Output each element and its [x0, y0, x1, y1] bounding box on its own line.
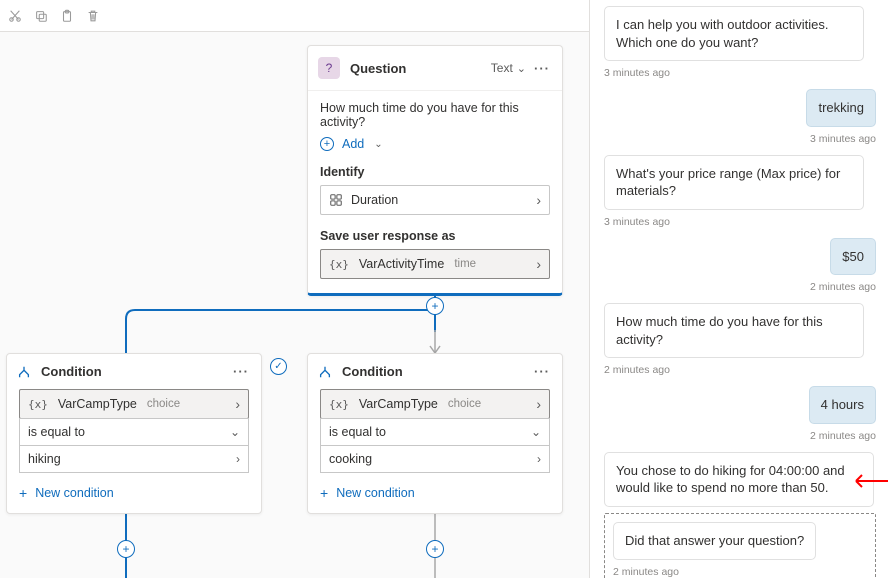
question-node[interactable]: ? Question Text ⌄ ··· How much time do y…: [307, 45, 563, 296]
condition-var-type: choice: [448, 398, 481, 410]
followup-message: Did that answer your question?: [613, 522, 816, 560]
chevron-right-icon: ›: [235, 396, 240, 412]
add-label: Add: [342, 137, 364, 151]
question-header: ? Question Text ⌄ ···: [308, 46, 562, 91]
entity-icon: [329, 193, 343, 207]
identify-label: Identify: [320, 165, 550, 179]
condition-header: Condition ···: [7, 354, 261, 389]
identify-select[interactable]: Duration ›: [320, 185, 550, 215]
canvas-area[interactable]: ? Question Text ⌄ ··· How much time do y…: [0, 32, 589, 578]
condition-var-type: choice: [147, 398, 180, 410]
save-response-label: Save user response as: [320, 229, 550, 243]
followup-box: Did that answer your question? 2 minutes…: [604, 513, 876, 578]
bot-message-highlighted: You chose to do hiking for 04:00:00 and …: [604, 452, 874, 507]
branch-icon: [17, 365, 31, 379]
condition-title: Condition: [342, 364, 532, 379]
operator-value: is equal to: [28, 425, 85, 439]
condition-var-name: VarCampType: [56, 397, 139, 411]
question-icon: ?: [318, 57, 340, 79]
bot-message: I can help you with outdoor activities. …: [604, 6, 864, 61]
operator-value: is equal to: [329, 425, 386, 439]
more-icon[interactable]: ···: [231, 364, 251, 379]
add-button[interactable]: + Add ⌄: [320, 137, 550, 151]
chevron-down-icon[interactable]: ⌄: [517, 62, 526, 75]
chevron-down-icon: ⌄: [230, 425, 240, 439]
cut-icon[interactable]: [8, 9, 22, 23]
paste-icon[interactable]: [60, 9, 74, 23]
timestamp: 2 minutes ago: [613, 566, 867, 578]
value-select[interactable]: hiking ›: [19, 445, 249, 473]
more-icon[interactable]: ···: [532, 364, 552, 379]
chevron-right-icon: ›: [537, 452, 541, 466]
condition-value: hiking: [28, 452, 61, 466]
timestamp: 2 minutes ago: [810, 281, 876, 293]
delete-icon[interactable]: [86, 9, 100, 23]
question-type-label[interactable]: Text: [491, 61, 513, 75]
variable-icon: {x}: [28, 398, 48, 411]
chevron-right-icon: ›: [536, 396, 541, 412]
condition-title: Condition: [41, 364, 231, 379]
user-message: 4 hours: [809, 386, 876, 424]
chevron-down-icon: ⌄: [531, 425, 541, 439]
chevron-down-icon: ⌄: [374, 139, 382, 150]
condition-variable-select[interactable]: {x} VarCampType choice ›: [19, 389, 249, 419]
plus-icon: +: [320, 137, 334, 151]
authoring-canvas[interactable]: ? Question Text ⌄ ··· How much time do y…: [0, 0, 590, 578]
timestamp: 3 minutes ago: [604, 216, 876, 228]
add-node-button[interactable]: +: [426, 297, 444, 315]
condition-variable-select[interactable]: {x} VarCampType choice ›: [320, 389, 550, 419]
condition-value: cooking: [329, 452, 372, 466]
timestamp: 3 minutes ago: [604, 67, 876, 79]
bot-message: What's your price range (Max price) for …: [604, 155, 864, 210]
chevron-right-icon: ›: [536, 192, 541, 208]
copy-icon[interactable]: [34, 9, 48, 23]
test-chat-panel: I can help you with outdoor activities. …: [590, 0, 888, 578]
variable-name: VarActivityTime: [357, 257, 446, 271]
question-prompt: How much time do you have for this activ…: [320, 101, 550, 129]
add-node-button[interactable]: +: [117, 540, 135, 558]
chevron-right-icon: ›: [236, 452, 240, 466]
variable-select[interactable]: {x} VarActivityTime time ›: [320, 249, 550, 279]
add-node-button[interactable]: +: [426, 540, 444, 558]
variable-type: time: [454, 258, 476, 270]
chevron-right-icon: ›: [536, 256, 541, 272]
condition-header: Condition ···: [308, 354, 562, 389]
value-select[interactable]: cooking ›: [320, 445, 550, 473]
new-condition-label: New condition: [35, 486, 114, 500]
variable-icon: {x}: [329, 398, 349, 411]
check-circle-icon: ✓: [270, 358, 287, 375]
timestamp: 2 minutes ago: [604, 364, 876, 376]
user-message: trekking: [806, 89, 876, 127]
user-message: $50: [830, 238, 876, 276]
timestamp: 3 minutes ago: [810, 133, 876, 145]
operator-select[interactable]: is equal to ⌄: [320, 418, 550, 446]
new-condition-button[interactable]: + New condition: [19, 485, 249, 501]
plus-icon: +: [320, 485, 328, 501]
more-icon[interactable]: ···: [532, 61, 552, 76]
timestamp: 2 minutes ago: [810, 430, 876, 442]
condition-node-2[interactable]: Condition ··· {x} VarCampType choice › i…: [307, 353, 563, 514]
variable-icon: {x}: [329, 258, 349, 271]
condition-var-name: VarCampType: [357, 397, 440, 411]
question-title: Question: [350, 61, 491, 76]
identify-value: Duration: [351, 193, 398, 207]
new-condition-label: New condition: [336, 486, 415, 500]
new-condition-button[interactable]: + New condition: [320, 485, 550, 501]
plus-icon: +: [19, 485, 27, 501]
canvas-toolbar: [0, 0, 589, 32]
bot-message: How much time do you have for this activ…: [604, 303, 864, 358]
branch-icon: [318, 365, 332, 379]
annotation-arrow-icon: [850, 474, 888, 488]
operator-select[interactable]: is equal to ⌄: [19, 418, 249, 446]
condition-node-1[interactable]: Condition ··· {x} VarCampType choice › i…: [6, 353, 262, 514]
